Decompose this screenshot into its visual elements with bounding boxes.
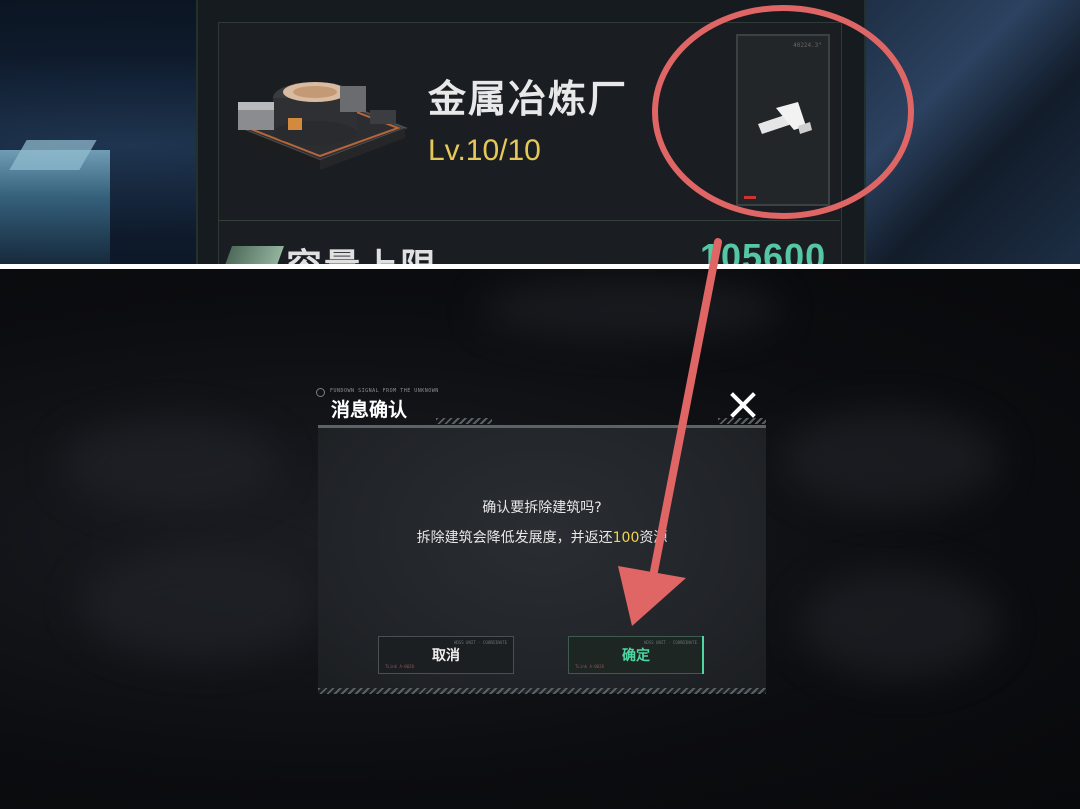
background-tower bbox=[0, 150, 110, 265]
capacity-value: 105600 bbox=[700, 236, 827, 265]
building-level: Lv.10/10 bbox=[428, 134, 541, 167]
detail-text-suffix: 资源 bbox=[639, 530, 668, 546]
button-corner-text: HDSS UNIT · COORDINATE bbox=[644, 640, 697, 645]
dialog-bottom-stripes bbox=[318, 688, 766, 694]
hammer-icon bbox=[758, 102, 812, 134]
backdrop-blur bbox=[800, 569, 1000, 679]
backdrop-blur bbox=[780, 409, 1000, 509]
card-divider bbox=[218, 220, 840, 221]
capacity-icon bbox=[223, 246, 285, 265]
demolish-button-code: 40224.3° bbox=[793, 42, 822, 49]
capacity-label: 容量上限 bbox=[286, 238, 438, 265]
cancel-button[interactable]: HDSS UNIT · COORDINATE 取消 TLink A-0028 bbox=[378, 636, 514, 674]
button-corner-code: TLink A-0028 bbox=[575, 664, 604, 669]
backdrop-blur bbox=[80, 549, 320, 659]
close-icon[interactable] bbox=[728, 390, 758, 420]
demolish-button[interactable]: 40224.3° bbox=[736, 34, 830, 206]
dialog-title: 消息确认 bbox=[331, 399, 408, 421]
dialog-message-detail: 拆除建筑会降低发展度，并返还100资源 bbox=[318, 527, 766, 547]
refund-amount: 100 bbox=[612, 530, 640, 546]
building-name: 金属冶炼厂 bbox=[428, 77, 629, 121]
backdrop-blur bbox=[480, 279, 780, 339]
title-stripes bbox=[436, 418, 492, 424]
background-mountain bbox=[860, 0, 1080, 265]
cancel-button-label: 取消 bbox=[432, 648, 460, 664]
backdrop-blur bbox=[60, 419, 280, 509]
dialog-message-question: 确认要拆除建筑吗? bbox=[482, 500, 602, 516]
detail-text: 拆除建筑会降低发展度，并返还 bbox=[416, 530, 613, 546]
confirm-button-label: 确定 bbox=[622, 648, 650, 664]
building-detail-panel: 金属冶炼厂 Lv.10/10 容量上限 105600 40224.3° bbox=[0, 0, 1080, 265]
button-corner-code: TLink A-0028 bbox=[385, 664, 414, 669]
dialog-caption: FUNDOWN SIGNAL FROM THE UNKNOWN bbox=[330, 388, 439, 394]
confirm-button[interactable]: HDSS UNIT · COORDINATE 确定 TLink A-0028 bbox=[568, 636, 704, 674]
crosshair-icon bbox=[316, 388, 325, 397]
button-corner-text: HDSS UNIT · COORDINATE bbox=[454, 640, 507, 645]
metal-smelter-building-icon bbox=[237, 82, 408, 170]
demolish-button-tag bbox=[744, 196, 756, 199]
